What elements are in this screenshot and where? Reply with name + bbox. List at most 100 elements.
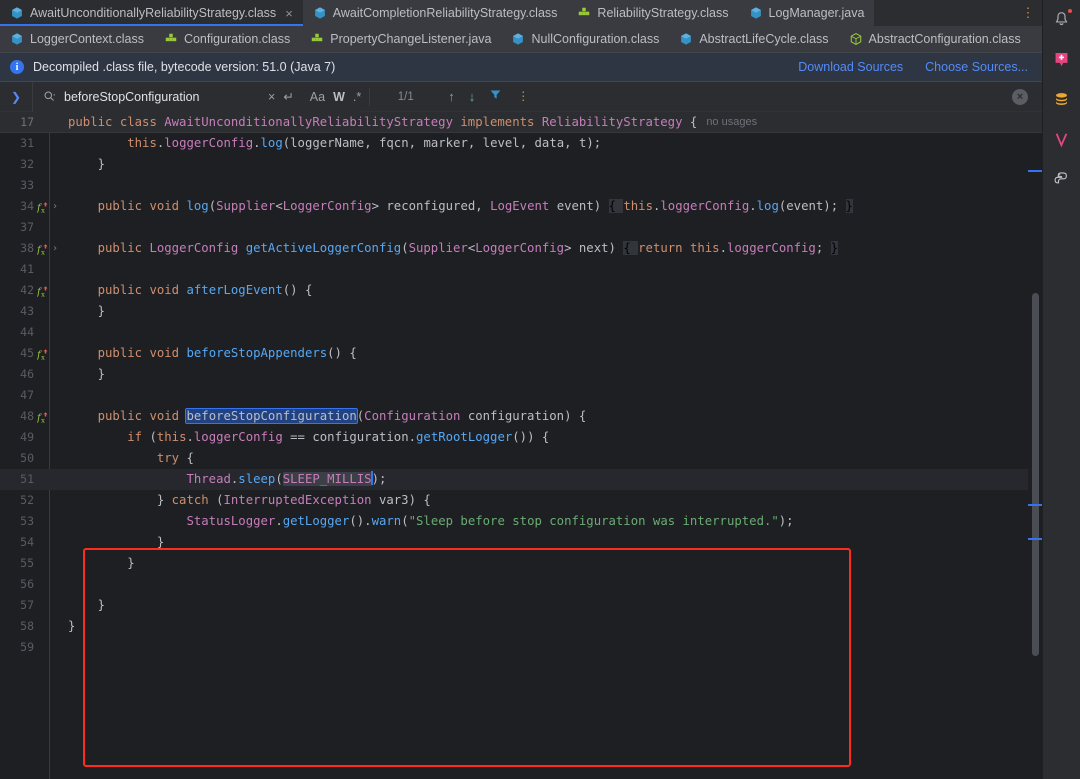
gutter-icons[interactable]: f x › xyxy=(34,238,66,259)
code-token: configuration xyxy=(312,430,409,444)
tab-NullConfiguration[interactable]: NullConfiguration.class xyxy=(501,26,670,52)
regex-toggle[interactable]: .* xyxy=(353,90,361,104)
code-line[interactable]: 33 xyxy=(0,175,1042,196)
code-line[interactable]: 47 xyxy=(0,385,1042,406)
code-line[interactable]: 50 try { xyxy=(0,448,1042,469)
code-line[interactable]: 54 } xyxy=(0,532,1042,553)
code-text: } xyxy=(66,154,1042,175)
info-icon: i xyxy=(10,60,24,74)
tab-AbstractLifeCycle[interactable]: AbstractLifeCycle.class xyxy=(669,26,839,52)
editor-scrollbar[interactable] xyxy=(1028,133,1042,779)
line-number: 41 xyxy=(20,262,34,276)
chevron-right-icon[interactable]: ❯ xyxy=(0,90,32,104)
code-line[interactable]: 41 xyxy=(0,259,1042,280)
override-method-icon[interactable]: fx xyxy=(36,410,50,424)
code-line[interactable]: 51 Thread.sleep(SLEEP_MILLIS); xyxy=(0,469,1042,490)
code-token: loggerConfig xyxy=(164,136,254,150)
code-token: this xyxy=(127,136,157,150)
close-icon[interactable]: × xyxy=(285,7,293,20)
code-line[interactable]: 32 } xyxy=(0,154,1042,175)
code-line[interactable]: 53 StatusLogger.getLogger().warn("Sleep … xyxy=(0,511,1042,532)
tab-PropertyChangeListener[interactable]: PropertyChangeListener.java xyxy=(300,26,502,52)
chevron-right-icon[interactable]: › xyxy=(52,238,58,259)
tab-LoggerContext[interactable]: LoggerContext.class xyxy=(0,26,154,52)
newline-search-icon[interactable]: ↵ xyxy=(283,89,293,104)
tab-AbstractConfiguration[interactable]: AbstractConfiguration.class xyxy=(838,26,1031,52)
code-line[interactable]: 44 xyxy=(0,322,1042,343)
code-line[interactable]: 46 } xyxy=(0,364,1042,385)
python-icon[interactable] xyxy=(1050,167,1074,191)
filter-funnel-icon[interactable] xyxy=(482,88,509,106)
code-token: reconfigured xyxy=(386,199,476,213)
tab-LogManager[interactable]: LogManager.java xyxy=(738,0,875,26)
tab-Configuration[interactable]: Configuration.class xyxy=(153,26,301,52)
code-line[interactable]: 42 f x public void afterLogEvent() { xyxy=(0,280,1042,301)
line-number: 53 xyxy=(20,514,34,528)
search-dropdown-icon[interactable] xyxy=(43,90,56,103)
gutter-icons[interactable]: fx xyxy=(34,284,66,298)
code-line[interactable]: 43 } xyxy=(0,301,1042,322)
code-line[interactable]: 55 } xyxy=(0,553,1042,574)
scrollbar-thumb[interactable] xyxy=(1032,293,1039,656)
override-method-icon[interactable]: fx xyxy=(36,200,50,214)
editor-tab-row-1: AwaitUnconditionallyReliabilityStrategy.… xyxy=(0,0,1042,26)
find-previous-button[interactable]: ↑ xyxy=(441,89,462,104)
code-line[interactable]: 37 xyxy=(0,217,1042,238)
code-line[interactable]: 45 f x public void beforeStopAppenders() { xyxy=(0,343,1042,364)
override-method-icon[interactable]: fx xyxy=(36,347,50,361)
whole-words-toggle[interactable]: W xyxy=(333,90,345,104)
notifications-bell-icon[interactable] xyxy=(1050,7,1074,31)
gutter-icons[interactable]: f x › xyxy=(34,196,66,217)
plugin-badge-icon[interactable] xyxy=(1050,47,1074,71)
code-token: ( xyxy=(401,514,409,528)
gutter-icons[interactable]: fx xyxy=(34,347,66,361)
chevron-right-icon[interactable]: › xyxy=(52,196,58,217)
code-line[interactable]: 38 f x › public LoggerConfig getActiveLogge… xyxy=(0,238,1042,259)
code-token: . xyxy=(253,136,261,150)
code-text: } xyxy=(66,616,1042,637)
database-icon[interactable] xyxy=(1050,87,1074,111)
find-next-button[interactable]: ↓ xyxy=(462,89,483,104)
code-line[interactable]: 56 xyxy=(0,574,1042,595)
code-line[interactable]: 58} xyxy=(0,616,1042,637)
line-number: 58 xyxy=(20,619,34,633)
gutter-icons[interactable]: fx xyxy=(34,410,66,424)
code-token: log xyxy=(186,199,209,213)
code-token: , xyxy=(564,136,579,150)
tab-ReliabilityStrategy[interactable]: ReliabilityStrategy.class xyxy=(567,0,739,26)
code-token: () { xyxy=(282,283,313,297)
code-token: { xyxy=(186,451,194,465)
kebab-menu-icon[interactable]: ⋮ xyxy=(1014,0,1042,26)
code-line[interactable]: 31 this.loggerConfig.log(loggerName, fqc… xyxy=(0,133,1042,154)
clear-search-icon[interactable]: × xyxy=(268,90,275,104)
code-line[interactable]: 52 } catch (InterruptedException var3) { xyxy=(0,490,1042,511)
right-tool-window-bar xyxy=(1042,0,1080,779)
tab-AwaitUnconditionallyReliabilityStrategy[interactable]: AwaitUnconditionallyReliabilityStrategy.… xyxy=(0,0,303,26)
choose-sources-link[interactable]: Choose Sources... xyxy=(925,60,1028,74)
code-token: loggerConfig xyxy=(727,241,816,255)
override-method-icon[interactable]: fx xyxy=(36,242,50,256)
search-options-kebab-icon[interactable]: ⋮ xyxy=(509,89,537,102)
code-line[interactable]: 34 f x › public void log(Supplier<LoggerCon… xyxy=(0,196,1042,217)
code-token: beforeStopAppenders xyxy=(186,346,328,360)
override-method-icon[interactable]: fx xyxy=(36,284,50,298)
code-line[interactable]: 48 f x public void beforeStopConfiguration… xyxy=(0,406,1042,427)
match-case-toggle[interactable]: Aa xyxy=(310,90,325,104)
code-line[interactable]: 49 if (this.loggerConfig == configuratio… xyxy=(0,427,1042,448)
code-token: "Sleep before stop configuration was int… xyxy=(408,514,779,528)
tab-label: AwaitUnconditionallyReliabilityStrategy.… xyxy=(30,6,277,20)
close-search-icon[interactable]: × xyxy=(1012,88,1028,105)
code-line[interactable]: 57 } xyxy=(0,595,1042,616)
download-sources-link[interactable]: Download Sources xyxy=(798,60,903,74)
java-interface-icon xyxy=(164,32,178,46)
svg-text:x: x xyxy=(41,353,45,361)
search-input[interactable]: beforeStopConfiguration xyxy=(64,90,260,104)
code-line[interactable]: 59 xyxy=(0,637,1042,658)
vcs-v-icon[interactable] xyxy=(1050,127,1074,151)
notification-badge-dot xyxy=(1066,8,1073,14)
tab-AwaitCompletionReliabilityStrategy[interactable]: AwaitCompletionReliabilityStrategy.class xyxy=(302,0,568,26)
code-editor[interactable]: 31 this.loggerConfig.log(loggerName, fqc… xyxy=(0,133,1042,779)
